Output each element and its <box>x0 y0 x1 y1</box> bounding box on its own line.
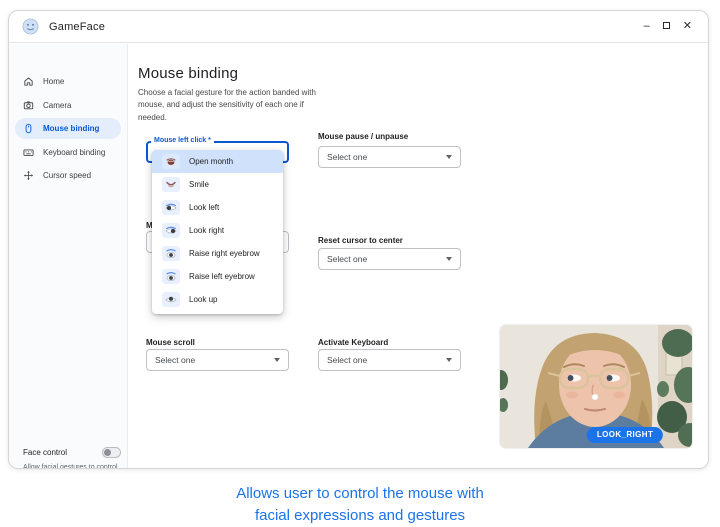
reset-cursor-select[interactable]: Select one <box>318 248 461 270</box>
sidebar-item-mouse-binding[interactable]: Mouse binding <box>15 118 121 139</box>
select-value: Select one <box>327 254 368 264</box>
dropdown-caret-icon <box>446 155 452 159</box>
caption-line-1: Allows user to control the mouse with <box>236 485 484 502</box>
select-value: Select one <box>327 355 368 365</box>
face-control-toggle[interactable] <box>102 447 121 458</box>
menu-item-label: Raise left eyebrow <box>189 272 255 281</box>
gesture-dropdown-menu: Open month Smile Look left Look right Ra… <box>152 150 283 314</box>
menu-item-raise-left-eyebrow[interactable]: Raise left eyebrow <box>152 265 283 288</box>
activate-keyboard-select[interactable]: Select one <box>318 349 461 371</box>
menu-item-look-up[interactable]: Look up <box>152 288 283 311</box>
cursor-speed-icon <box>23 170 34 181</box>
page-description: Choose a facial gesture for the action b… <box>138 88 316 122</box>
menu-item-label: Look up <box>189 295 218 304</box>
dropdown-caret-icon <box>446 358 452 362</box>
menu-item-look-right[interactable]: Look right <box>152 219 283 242</box>
app-title: GameFace <box>49 20 106 33</box>
raise-left-eyebrow-icon <box>162 269 180 284</box>
sidebar-item-home[interactable]: Home <box>15 71 121 92</box>
app-window: GameFace – ✕ Home Camera Mouse binding K… <box>8 10 709 469</box>
mouse-pause-label: Mouse pause / unpause <box>318 132 409 141</box>
sidebar-item-cursor-speed[interactable]: Cursor speed <box>15 165 121 186</box>
gesture-status-badge: LOOK_RIGHT <box>586 427 664 443</box>
gameface-logo-icon <box>22 18 39 35</box>
menu-item-label: Open month <box>189 157 234 166</box>
sidebar: Home Camera Mouse binding Keyboard bindi… <box>9 44 128 468</box>
screenshot-caption: Allows user to control the mouse with fa… <box>0 483 720 527</box>
sidebar-item-camera[interactable]: Camera <box>15 95 121 116</box>
close-button[interactable]: ✕ <box>683 21 692 32</box>
menu-item-label: Raise right eyebrow <box>189 249 260 258</box>
sidebar-item-label: Mouse binding <box>43 124 100 133</box>
dropdown-caret-icon <box>446 257 452 261</box>
smile-icon <box>162 177 180 192</box>
toggle-knob <box>104 449 111 456</box>
face-control-description: Allow facial gestures to control your ac… <box>23 464 118 469</box>
eye-look-right-icon <box>162 223 180 238</box>
webcam-preview: LOOK_RIGHT <box>500 325 692 448</box>
dropdown-caret-icon <box>274 358 280 362</box>
keyboard-icon <box>23 149 34 156</box>
menu-item-label: Smile <box>189 180 210 189</box>
sidebar-item-keyboard-binding[interactable]: Keyboard binding <box>15 142 121 163</box>
page-title: Mouse binding <box>138 65 239 82</box>
menu-item-label: Look left <box>189 203 220 212</box>
activate-keyboard-label: Activate Keyboard <box>318 338 389 347</box>
mouse-pause-select[interactable]: Select one <box>318 146 461 168</box>
mouse-scroll-select[interactable]: Select one <box>146 349 289 371</box>
maximize-icon <box>662 22 670 29</box>
sidebar-item-label: Cursor speed <box>43 171 92 180</box>
camera-icon <box>23 101 34 110</box>
menu-item-open-mouth[interactable]: Open month <box>152 150 283 173</box>
mouse-scroll-label: Mouse scroll <box>146 338 195 347</box>
home-icon <box>24 77 33 86</box>
maximize-button[interactable] <box>662 21 670 32</box>
reset-cursor-label: Reset cursor to center <box>318 236 403 245</box>
mouse-icon <box>25 123 32 134</box>
title-bar: GameFace – ✕ <box>9 11 708 43</box>
sidebar-item-label: Keyboard binding <box>43 148 106 157</box>
select-value: Select one <box>327 152 368 162</box>
menu-item-label: Look right <box>189 226 225 235</box>
sidebar-item-label: Camera <box>43 101 72 110</box>
minimize-button[interactable]: – <box>644 21 650 32</box>
menu-item-raise-right-eyebrow[interactable]: Raise right eyebrow <box>152 242 283 265</box>
mouse-left-click-label: Mouse left click * <box>151 137 214 144</box>
menu-item-smile[interactable]: Smile <box>152 173 283 196</box>
face-control-label: Face control <box>23 448 68 457</box>
eye-look-left-icon <box>162 200 180 215</box>
sidebar-item-label: Home <box>43 77 65 86</box>
main-content: Mouse binding Choose a facial gesture fo… <box>129 44 708 468</box>
mouth-open-icon <box>162 154 180 169</box>
caption-line-2: facial expressions and gestures <box>254 506 466 524</box>
menu-item-look-left[interactable]: Look left <box>152 196 283 219</box>
select-value: Select one <box>155 355 196 365</box>
raise-right-eyebrow-icon <box>162 246 180 261</box>
eye-look-up-icon <box>162 292 180 307</box>
